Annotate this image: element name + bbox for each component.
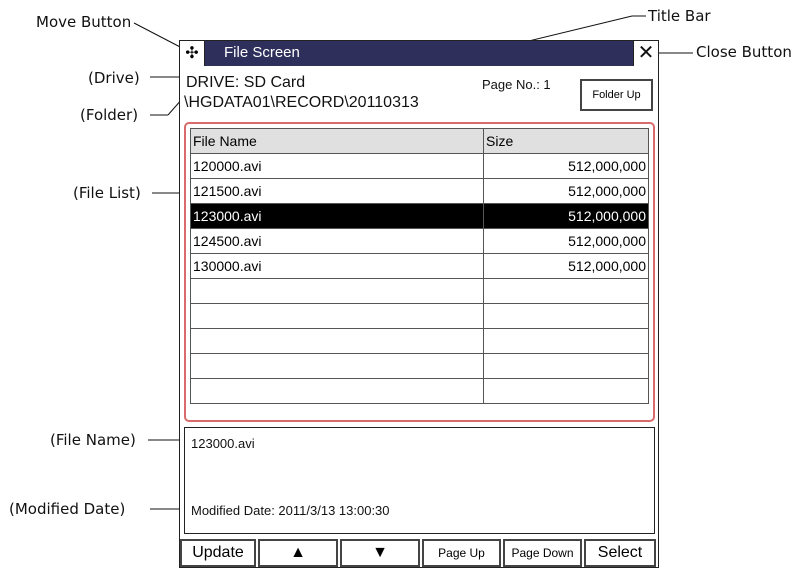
- move-icon: ✣: [185, 45, 199, 62]
- column-header-file-name[interactable]: File Name: [190, 128, 484, 154]
- leader-move-button: [133, 22, 185, 50]
- file-info-panel: 123000.avi Modified Date: 2011/3/13 13:0…: [184, 427, 655, 534]
- scroll-down-button[interactable]: ▼: [340, 539, 420, 567]
- file-name-cell: [190, 278, 484, 304]
- file-name-cell: [190, 378, 484, 404]
- file-table-header: File Name Size: [190, 128, 649, 154]
- button-row: Update ▲ ▼ Page Up Page Down Select: [180, 539, 658, 567]
- table-row[interactable]: 121500.avi 512,000,000: [190, 178, 649, 204]
- table-row[interactable]: [190, 378, 649, 404]
- file-name-cell: 123000.avi: [190, 203, 484, 229]
- page-number: Page No.: 1: [482, 77, 551, 92]
- file-screen-window: ✣ File Screen ✕ DRIVE: SD Card \HGDATA01…: [179, 40, 659, 568]
- file-name-cell: 124500.avi: [190, 228, 484, 254]
- page-down-button[interactable]: Page Down: [503, 539, 582, 567]
- update-button[interactable]: Update: [180, 539, 256, 567]
- column-header-size[interactable]: Size: [483, 128, 649, 154]
- file-size-cell: [483, 303, 649, 329]
- file-size-cell: [483, 328, 649, 354]
- folder-path: \HGDATA01\RECORD\20110313: [184, 94, 419, 111]
- file-name-cell: 121500.avi: [190, 178, 484, 204]
- file-size-cell: 512,000,000: [483, 228, 649, 254]
- scroll-up-button[interactable]: ▲: [258, 539, 338, 567]
- file-name-cell: 130000.avi: [190, 253, 484, 279]
- close-button[interactable]: ✕: [633, 41, 658, 66]
- table-row[interactable]: [190, 278, 649, 304]
- table-row[interactable]: 120000.avi 512,000,000: [190, 153, 649, 179]
- file-name-cell: [190, 303, 484, 329]
- modified-date: Modified Date: 2011/3/13 13:00:30: [191, 503, 390, 518]
- close-icon: ✕: [637, 42, 655, 64]
- file-table: File Name Size 120000.avi 512,000,000 1215…: [190, 128, 649, 404]
- page-up-button[interactable]: Page Up: [422, 539, 501, 567]
- table-row[interactable]: [190, 353, 649, 379]
- file-size-cell: [483, 353, 649, 379]
- table-row[interactable]: 123000.avi 512,000,000: [190, 203, 649, 229]
- table-row[interactable]: [190, 328, 649, 354]
- file-size-cell: [483, 378, 649, 404]
- file-name-cell: 120000.avi: [190, 153, 484, 179]
- table-row[interactable]: 124500.avi 512,000,000: [190, 228, 649, 254]
- title-bar[interactable]: ✣ File Screen ✕: [180, 41, 658, 66]
- folder-up-button[interactable]: Folder Up: [580, 79, 653, 111]
- file-size-cell: [483, 278, 649, 304]
- file-size-cell: 512,000,000: [483, 253, 649, 279]
- file-size-cell: 512,000,000: [483, 203, 649, 229]
- drive-label: DRIVE: SD Card: [186, 74, 306, 91]
- select-button[interactable]: Select: [584, 539, 656, 567]
- selected-file-name: 123000.avi: [191, 436, 255, 451]
- table-row[interactable]: 130000.avi 512,000,000: [190, 253, 649, 279]
- file-size-cell: 512,000,000: [483, 178, 649, 204]
- window-title: File Screen: [224, 44, 300, 61]
- file-name-cell: [190, 353, 484, 379]
- file-name-cell: [190, 328, 484, 354]
- file-list: File Name Size 120000.avi 512,000,000 1215…: [184, 122, 655, 422]
- table-row[interactable]: [190, 303, 649, 329]
- move-button[interactable]: ✣: [180, 41, 205, 66]
- file-size-cell: 512,000,000: [483, 153, 649, 179]
